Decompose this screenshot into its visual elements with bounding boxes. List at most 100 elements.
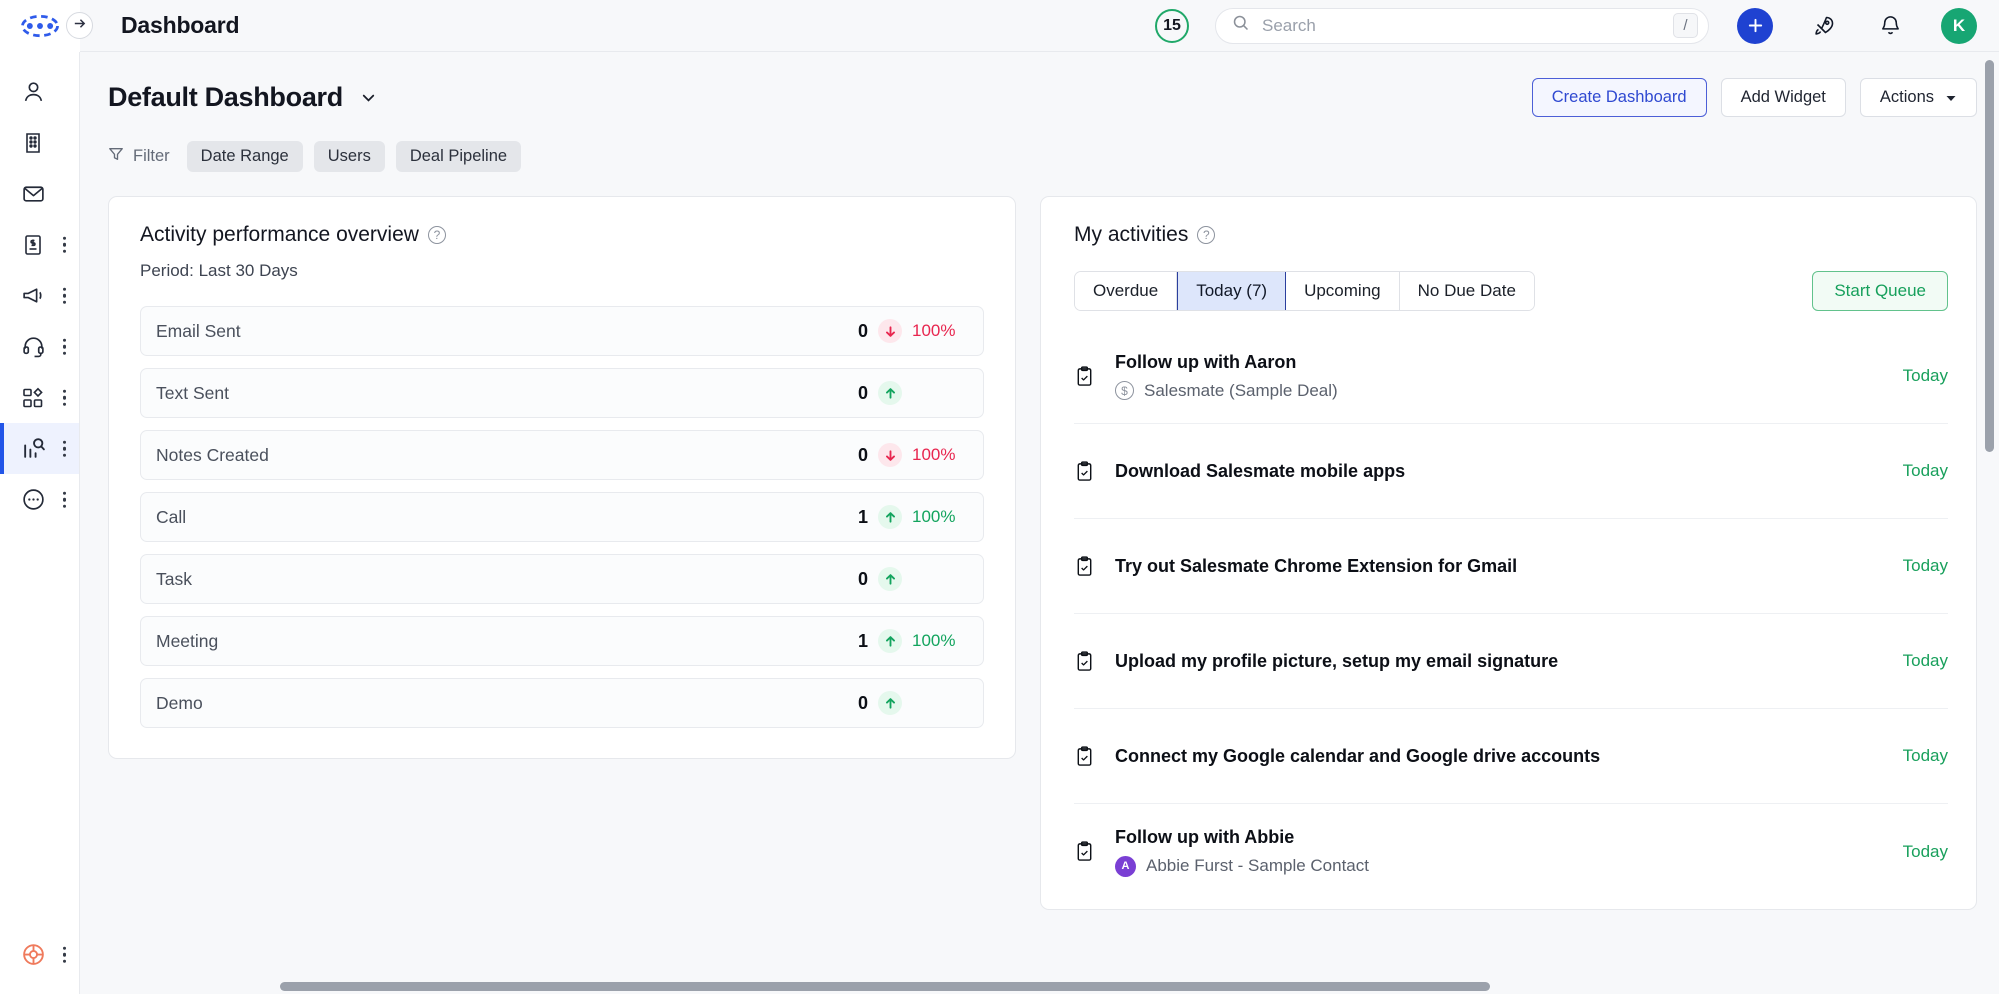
filter-chip-date-range[interactable]: Date Range bbox=[187, 141, 303, 172]
chevron-down-icon[interactable] bbox=[359, 88, 378, 107]
tab-today-7[interactable]: Today (7) bbox=[1177, 271, 1286, 311]
clipboard-check-icon[interactable] bbox=[1074, 461, 1096, 482]
activity-item[interactable]: Follow up with Aaron$Salesmate (Sample D… bbox=[1074, 329, 1948, 424]
metric-row[interactable]: Demo 0 bbox=[140, 678, 984, 728]
sidebar-more-menu[interactable] bbox=[63, 491, 67, 508]
sidebar-item-contacts[interactable] bbox=[0, 66, 79, 117]
sidebar-help-menu[interactable] bbox=[63, 946, 67, 963]
actions-dropdown-button[interactable]: Actions bbox=[1860, 78, 1977, 117]
metric-values: 0 100% bbox=[858, 443, 966, 467]
clipboard-check-icon[interactable] bbox=[1074, 556, 1096, 577]
vertical-scrollbar[interactable] bbox=[1985, 60, 1994, 452]
create-dashboard-button[interactable]: Create Dashboard bbox=[1532, 78, 1707, 117]
filter-chip-deal-pipeline[interactable]: Deal Pipeline bbox=[396, 141, 521, 172]
metric-row[interactable]: Meeting1100% bbox=[140, 616, 984, 666]
trend-up-icon bbox=[878, 629, 902, 653]
sidebar-item-companies[interactable] bbox=[0, 117, 79, 168]
queue-wrap: Start Queue bbox=[1812, 271, 1948, 311]
metric-row[interactable]: Notes Created0100% bbox=[140, 430, 984, 480]
activity-due: Today bbox=[1883, 651, 1948, 671]
person-icon bbox=[18, 77, 48, 107]
sidebar-spacer bbox=[0, 525, 79, 929]
metric-change: 100% bbox=[912, 321, 966, 341]
activity-due: Today bbox=[1883, 842, 1948, 862]
metric-row[interactable]: Text Sent0 bbox=[140, 368, 984, 418]
headset-icon bbox=[18, 332, 48, 362]
dollar-circle-icon: $ bbox=[1115, 381, 1134, 400]
tab-no-due-date[interactable]: No Due Date bbox=[1400, 272, 1534, 310]
clipboard-check-icon[interactable] bbox=[1074, 841, 1096, 862]
trend-down-icon bbox=[878, 319, 902, 343]
user-avatar[interactable]: K bbox=[1941, 8, 1977, 44]
sidebar-reports-menu[interactable] bbox=[63, 440, 67, 457]
sidebar-deals-menu[interactable] bbox=[63, 236, 67, 253]
top-bar: Dashboard 15 Search / bbox=[0, 0, 1999, 52]
add-widget-button[interactable]: Add Widget bbox=[1721, 78, 1846, 117]
metric-label: Text Sent bbox=[156, 383, 229, 404]
tab-overdue[interactable]: Overdue bbox=[1075, 272, 1177, 310]
activity-texts: Connect my Google calendar and Google dr… bbox=[1115, 746, 1600, 767]
sidebar-collapse-button[interactable] bbox=[66, 12, 93, 39]
body: Default Dashboard Create Dashboard Add W… bbox=[0, 52, 1999, 994]
metric-row[interactable]: Call1100% bbox=[140, 492, 984, 542]
sidebar-item-apps[interactable] bbox=[0, 372, 79, 423]
help-circle-icon[interactable]: ? bbox=[428, 226, 446, 244]
activity-item[interactable]: Download Salesmate mobile appsToday bbox=[1074, 424, 1948, 519]
notification-count-badge[interactable]: 15 bbox=[1155, 9, 1189, 43]
activity-subtitle: Salesmate (Sample Deal) bbox=[1144, 381, 1338, 401]
activities-list: Follow up with Aaron$Salesmate (Sample D… bbox=[1074, 329, 1948, 899]
activity-texts: Download Salesmate mobile apps bbox=[1115, 461, 1405, 482]
bell-icon[interactable] bbox=[1875, 11, 1905, 41]
sidebar-item-inbox[interactable] bbox=[0, 168, 79, 219]
sidebar-item-campaigns[interactable] bbox=[0, 270, 79, 321]
trend-up-icon bbox=[878, 381, 902, 405]
metric-values: 0 bbox=[858, 691, 966, 715]
metric-row[interactable]: Task0 bbox=[140, 554, 984, 604]
sidebar-item-deals[interactable] bbox=[0, 219, 79, 270]
sidebar-apps-menu[interactable] bbox=[63, 389, 67, 406]
clipboard-check-icon[interactable] bbox=[1074, 366, 1096, 387]
metric-change: 100% bbox=[912, 631, 966, 651]
sidebar-support-menu[interactable] bbox=[63, 338, 67, 355]
activity-metric-list: Email Sent0100%Text Sent0Notes Created01… bbox=[140, 306, 984, 728]
metric-values: 0 bbox=[858, 567, 966, 591]
activity-subtitle: Abbie Furst - Sample Contact bbox=[1146, 856, 1369, 876]
clipboard-check-icon[interactable] bbox=[1074, 651, 1096, 672]
metric-label: Demo bbox=[156, 693, 203, 714]
filter-label-group[interactable]: Filter bbox=[108, 146, 170, 167]
metric-label: Email Sent bbox=[156, 321, 241, 342]
metric-value: 0 bbox=[858, 569, 868, 590]
activity-item[interactable]: Connect my Google calendar and Google dr… bbox=[1074, 709, 1948, 804]
help-circle-icon[interactable]: ? bbox=[1197, 226, 1215, 244]
metric-values: 0 100% bbox=[858, 319, 966, 343]
sidebar-campaigns-menu[interactable] bbox=[63, 287, 67, 304]
main-inner: Default Dashboard Create Dashboard Add W… bbox=[80, 52, 1999, 910]
app-root: Dashboard 15 Search / bbox=[0, 0, 1999, 994]
lifebuoy-icon bbox=[18, 940, 48, 970]
metric-change: 100% bbox=[912, 445, 966, 465]
activity-item[interactable]: Follow up with AbbieAAbbie Furst - Sampl… bbox=[1074, 804, 1948, 899]
metric-value: 1 bbox=[858, 507, 868, 528]
metric-row[interactable]: Email Sent 0 100% bbox=[140, 306, 984, 356]
metric-label: Meeting bbox=[156, 631, 218, 652]
filter-chip-users[interactable]: Users bbox=[314, 141, 385, 172]
sidebar-item-support[interactable] bbox=[0, 321, 79, 372]
horizontal-scrollbar[interactable] bbox=[280, 982, 1490, 991]
metric-value: 0 bbox=[858, 445, 868, 466]
trend-up-icon bbox=[878, 505, 902, 529]
search-input[interactable]: Search / bbox=[1215, 8, 1709, 44]
activity-item[interactable]: Try out Salesmate Chrome Extension for G… bbox=[1074, 519, 1948, 614]
metric-value: 0 bbox=[858, 321, 868, 342]
activity-item[interactable]: Upload my profile picture, setup my emai… bbox=[1074, 614, 1948, 709]
sidebar-item-reports[interactable] bbox=[0, 423, 79, 474]
deal-card-icon bbox=[18, 230, 48, 260]
tab-upcoming[interactable]: Upcoming bbox=[1286, 272, 1400, 310]
add-new-button[interactable] bbox=[1737, 8, 1773, 44]
clipboard-check-icon[interactable] bbox=[1074, 746, 1096, 767]
sidebar-item-help[interactable] bbox=[0, 929, 79, 980]
sidebar-item-more[interactable] bbox=[0, 474, 79, 525]
start-queue-button[interactable]: Start Queue bbox=[1812, 271, 1948, 311]
rocket-icon[interactable] bbox=[1809, 11, 1839, 41]
activities-tabs: OverdueToday (7)UpcomingNo Due Date bbox=[1074, 271, 1535, 311]
filter-bar: Filter Date Range Users Deal Pipeline bbox=[108, 141, 1977, 172]
